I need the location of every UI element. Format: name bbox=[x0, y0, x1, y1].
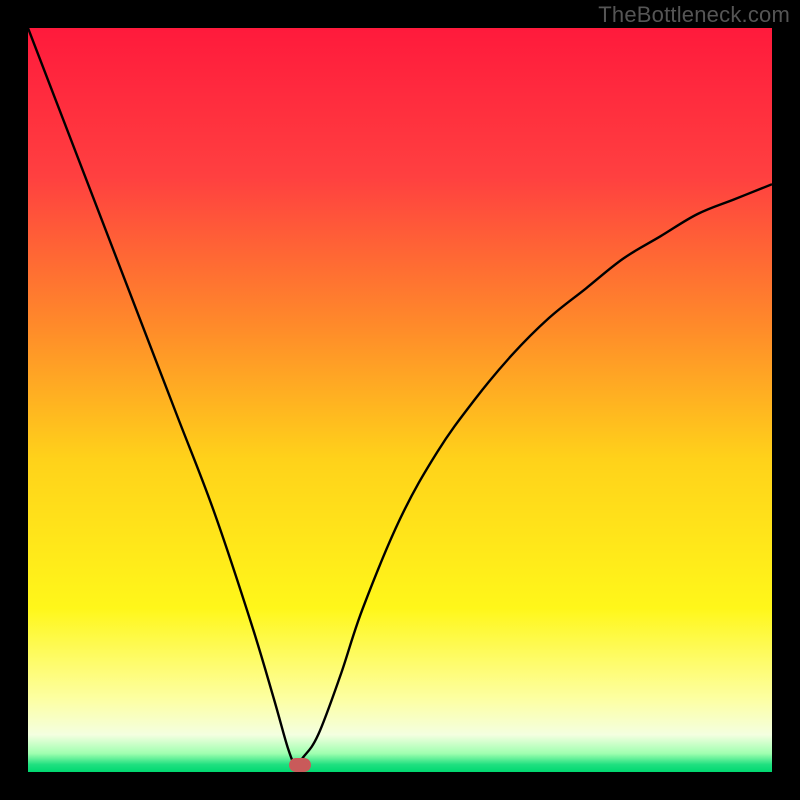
bottleneck-curve bbox=[28, 28, 772, 772]
optimal-marker bbox=[289, 758, 311, 772]
watermark-text: TheBottleneck.com bbox=[598, 2, 790, 28]
plot-area bbox=[28, 28, 772, 772]
chart-frame: TheBottleneck.com bbox=[0, 0, 800, 800]
curve-path bbox=[28, 28, 772, 765]
